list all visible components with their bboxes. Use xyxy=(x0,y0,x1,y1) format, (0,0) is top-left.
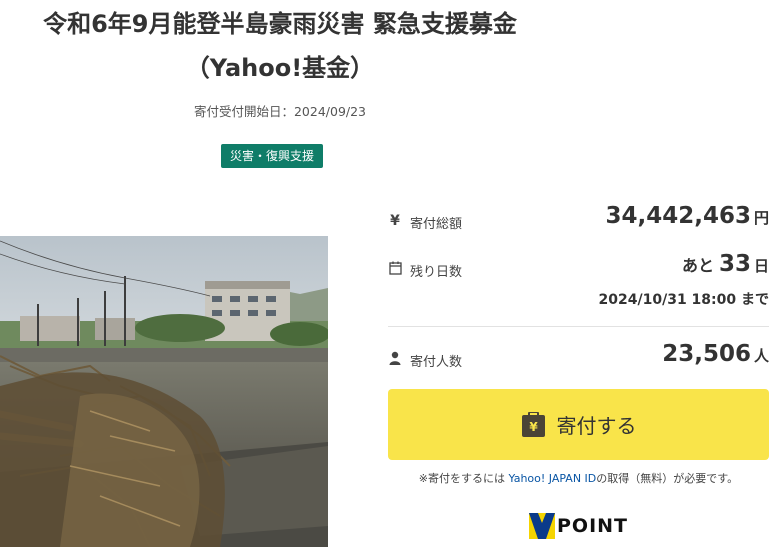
note-prefix: ※寄付をするには xyxy=(418,472,509,485)
calendar-icon xyxy=(388,261,402,277)
vpoint-logo: POINT xyxy=(529,512,628,540)
total-amount-row: ¥ 寄付総額 34,442,463 円 xyxy=(388,203,769,243)
donor-count-row: 寄付人数 23,506 人 xyxy=(388,341,769,381)
donate-button[interactable]: ¥ 寄付する xyxy=(388,389,769,460)
note-suffix: の取得（無料）が必要です。 xyxy=(596,472,739,485)
donor-count-number: 23,506 xyxy=(662,341,751,367)
donation-icon: ¥ xyxy=(521,411,546,438)
vpoint-label: POINT xyxy=(557,515,629,537)
category-badge[interactable]: 災害・復興支援 xyxy=(221,144,324,168)
divider xyxy=(388,326,769,327)
id-requirement-note: ※寄付をするには Yahoo! JAPAN IDの取得（無料）が必要です。 xyxy=(388,470,769,486)
deadline: 2024/10/31 18:00 まで xyxy=(598,292,769,308)
total-amount-number: 34,442,463 xyxy=(605,203,751,229)
total-amount-unit: 円 xyxy=(753,209,769,227)
remaining-days-label: 残り日数 xyxy=(410,265,463,280)
remaining-days-prefix: あと xyxy=(681,256,714,275)
remaining-days-row: 残り日数 あと 33 日 xyxy=(388,251,769,291)
donor-count-unit: 人 xyxy=(753,347,769,365)
remaining-days-number: 33 xyxy=(718,251,751,277)
donate-label: 寄付する xyxy=(556,414,637,438)
donor-count-label: 寄付人数 xyxy=(410,355,463,370)
svg-text:¥: ¥ xyxy=(529,420,538,434)
vpoint-v-icon xyxy=(529,513,555,539)
campaign-title-line2: （Yahoo!基金） xyxy=(185,54,375,82)
yen-icon: ¥ xyxy=(390,213,400,229)
campaign-title-line1: 令和6年9月能登半島豪雨災害 緊急支援募金 xyxy=(43,10,517,38)
remaining-days-unit: 日 xyxy=(753,257,769,275)
campaign-title: 令和6年9月能登半島豪雨災害 緊急支援募金 （Yahoo!基金） xyxy=(0,2,560,90)
yahoo-id-link[interactable]: Yahoo! JAPAN ID xyxy=(509,472,597,485)
total-amount-value: 34,442,463 円 xyxy=(605,203,769,229)
donor-count-value: 23,506 人 xyxy=(662,341,769,367)
campaign-photo xyxy=(0,236,328,547)
remaining-days-value: あと 33 日 xyxy=(682,251,769,277)
total-amount-label: 寄付総額 xyxy=(410,217,463,232)
person-icon xyxy=(388,351,402,367)
start-date: 寄付受付開始日：2024/09/23 xyxy=(193,104,367,119)
